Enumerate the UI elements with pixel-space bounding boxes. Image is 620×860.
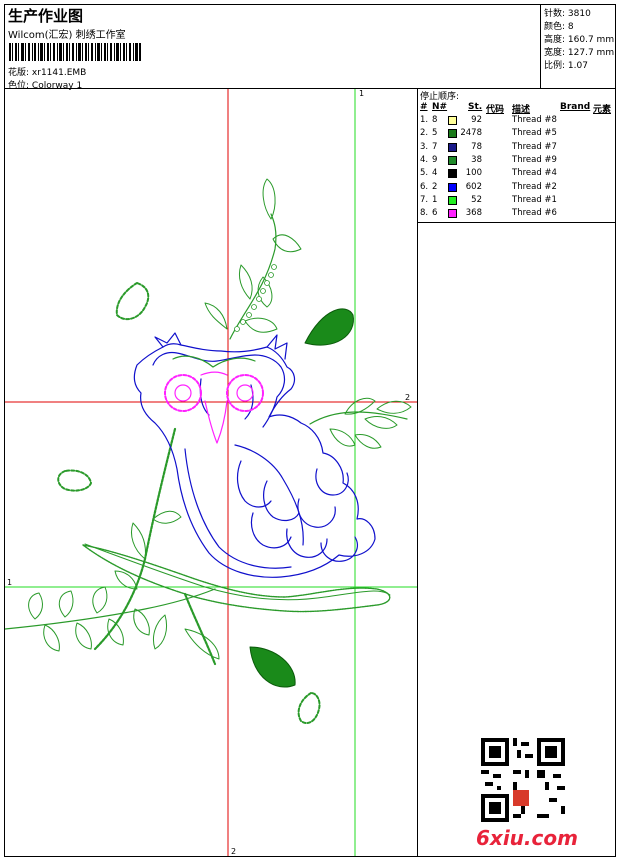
stop-sequence-row: 8. 6 368 Thread #6 [418,208,615,221]
company-name: Wilcom(汇宏) 刺绣工作室 [8,30,126,41]
stop-sequence-row: 5. 4 100 Thread #4 [418,168,615,181]
row-needle: 8 [432,115,438,125]
row-num: 3. [420,141,429,152]
stat-width: 宽度: 127.7 mm [544,48,615,58]
thread-color-swatch [448,169,457,179]
row-needle: 6 [432,208,438,219]
row-description: Thread #7 [512,141,557,152]
row-num: 7. [420,194,429,205]
row-stitches: 78 [471,141,482,152]
bead-drop-middle [57,469,92,492]
row-needle: 1 [432,194,438,205]
guide-label-red-h: 2 [405,393,410,402]
stop-sequence-row: 1. 8 92 Thread #8 [418,115,615,128]
thread-color-swatch [448,195,457,205]
thread-color-swatch [448,129,457,139]
header-info: 生产作业图 Wilcom(汇宏) 刺绣工作室 花版: xr1141.EMB 色位… [5,5,540,91]
row-needle: 5 [432,128,438,139]
guide-label-green-v: 1 [359,89,364,98]
row-stitches: 52 [471,194,482,205]
row-description: Thread #4 [512,168,557,179]
row-description: Thread #8 [512,115,557,125]
col-header-n: N# [432,102,448,112]
stat-colors: 颜色: 8 [544,22,574,32]
thread-color-swatch [448,142,457,152]
col-header-st: St. [468,102,483,112]
stat-stitches: 针数: 3810 [544,9,591,19]
stop-sequence-row: 2. 5 2478 Thread #5 [418,128,615,141]
row-stitches: 2478 [460,128,482,139]
stop-sequence-title: 停止顺序: [420,92,460,102]
stop-sequence-row: 6. 2 602 Thread #2 [418,182,615,195]
row-description: Thread #9 [512,154,557,165]
row-stitches: 38 [471,154,482,165]
owl-eyes [164,371,264,444]
row-stitches: 100 [465,168,482,179]
row-description: Thread #1 [512,194,557,205]
row-needle: 7 [432,141,438,152]
page-title: 生产作业图 [8,7,84,25]
barcode [9,43,141,61]
stop-sequence-row: 4. 9 38 Thread #9 [418,155,615,168]
row-needle: 9 [432,154,438,165]
row-description: Thread #2 [512,181,557,192]
stats-panel: 针数: 3810 颜色: 8 高度: 160.7 mm 宽度: 127.7 mm… [540,5,616,88]
col-header-elem: 元素 [593,105,612,115]
lower-left-branch [5,588,216,630]
thread-color-swatch [448,209,457,219]
row-num: 2. [420,128,429,139]
filled-leaf-lower [249,646,296,688]
row-stitches: 602 [465,181,482,192]
design-canvas: 1 1 2 2 [5,89,417,856]
bead-drop-lower [297,692,321,725]
guide-label-red-v: 2 [231,847,236,856]
thread-color-swatch [448,155,457,165]
col-header-brand: Brand [560,102,591,112]
thread-color-swatch [448,116,457,125]
stat-height: 高度: 160.7 mm [544,35,615,45]
row-num: 5. [420,168,429,179]
row-description: Thread #5 [512,128,557,139]
row-stitches: 92 [471,115,482,125]
owl-embroidery [5,178,412,725]
col-header-desc: 描述 [512,105,531,115]
stop-sequence-row: 7. 1 52 Thread #1 [418,195,615,208]
bead-drop-left [115,282,150,321]
design-name: 花版: xr1141.EMB [8,68,87,78]
row-stitches: 368 [465,208,482,219]
row-description: Thread #6 [512,208,557,219]
stop-sequence-panel: 停止顺序: # N# St. 代码 描述 Brand 元素 1. 8 92 Threa… [418,89,615,223]
row-num: 1. [420,115,429,125]
watermark: 6xiu.com [476,826,578,850]
stat-scale: 比例: 1.07 [544,61,588,71]
col-header-num: # [420,102,428,112]
row-needle: 4 [432,168,438,179]
row-num: 8. [420,208,429,219]
col-header-code: 代码 [486,105,505,115]
thread-color-swatch [448,182,457,192]
qr-code [481,738,565,822]
guide-label-green-h: 1 [7,578,12,587]
row-num: 6. [420,181,429,192]
stop-sequence-row: 3. 7 78 Thread #7 [418,142,615,155]
filled-leaf-upper [304,308,354,346]
right-branch [309,411,408,425]
row-num: 4. [420,154,429,165]
row-needle: 2 [432,181,438,192]
